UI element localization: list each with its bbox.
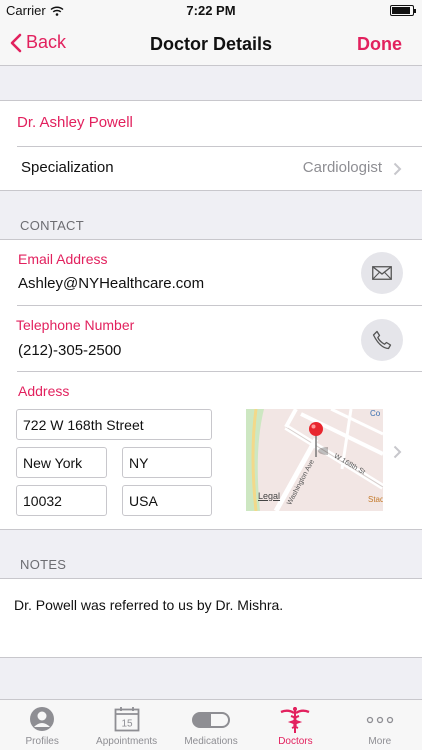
tab-appointments[interactable]: 15 Appointments [84,700,168,750]
calendar-icon: 15 [114,707,140,732]
status-bar: Carrier 7:22 PM [0,0,422,22]
tab-label: Medications [184,736,238,747]
status-time: 7:22 PM [186,3,236,18]
divider [17,305,422,306]
phone-value[interactable]: (212)-305-2500 [18,342,121,359]
map-poi-label: Stad [368,495,383,504]
calendar-day: 15 [121,719,133,730]
specialization-label: Specialization [21,159,114,176]
contact-group: Email Address Ashley@NYHealthcare.com Te… [0,239,422,530]
doctor-name[interactable]: Dr. Ashley Powell [17,114,133,131]
email-button[interactable] [361,252,403,294]
notes-text[interactable]: Dr. Powell was referred to us by Dr. Mis… [14,597,283,613]
address-map[interactable]: W 168th St Washington Ave Stad Co Legal [246,409,383,511]
tab-medications[interactable]: Medications [169,700,253,750]
divider [17,146,422,147]
chevron-right-icon[interactable] [393,445,402,459]
state-field[interactable]: NY [122,447,212,478]
email-label: Email Address [18,251,108,267]
more-icon [366,716,393,724]
country-field[interactable]: USA [122,485,212,516]
envelope-icon [372,266,392,280]
street-field[interactable]: 722 W 168th Street [16,409,212,440]
tab-profiles[interactable]: Profiles [0,700,84,750]
doctor-info-group: Dr. Ashley Powell Specialization Cardiol… [0,100,422,191]
tab-more[interactable]: More [338,700,422,750]
map-pin-icon [309,422,328,457]
map-poi-label: Co [370,409,381,418]
contact-section-header: CONTACT [20,218,84,233]
divider [17,371,422,372]
address-label: Address [18,383,70,399]
tab-label: Appointments [96,736,158,747]
caduceus-icon [280,707,310,733]
chevron-right-icon [393,162,402,176]
navigation-bar: Back Doctor Details Done [0,22,422,66]
email-value[interactable]: Ashley@NYHealthcare.com [18,275,204,292]
tab-bar: Profiles 15 Appointments Medications Doc… [0,699,422,750]
phone-label: Telephone Number [16,317,135,333]
call-button[interactable] [361,319,403,361]
tab-doctors[interactable]: Doctors [253,700,337,750]
person-icon [30,707,55,731]
zip-field[interactable]: 10032 [16,485,107,516]
map-legal-link[interactable]: Legal [258,491,280,501]
tab-label: More [368,736,392,747]
specialization-value: Cardiologist [302,159,382,176]
city-field[interactable]: New York [16,447,107,478]
tab-label: Profiles [25,736,59,747]
pill-icon [192,712,231,728]
done-button[interactable]: Done [357,34,402,55]
phone-icon [372,330,392,350]
tab-label: Doctors [278,736,313,747]
notes-section-header: NOTES [20,557,67,572]
notes-group: Dr. Powell was referred to us by Dr. Mis… [0,578,422,658]
battery-icon [390,5,416,16]
